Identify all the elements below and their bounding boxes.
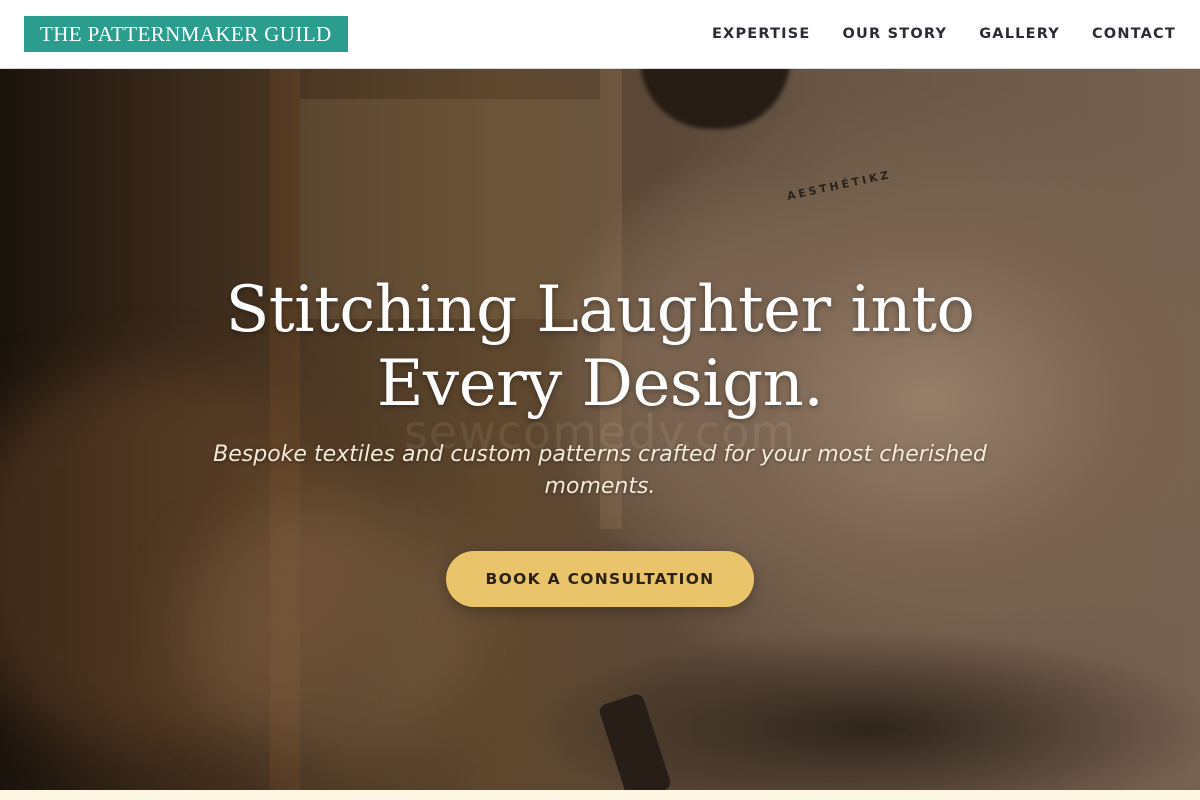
site-header: THE PATTERNMAKER GUILD EXPERTISE OUR STO…: [0, 0, 1200, 69]
hero-headline: Stitching Laughter into Every Design.: [225, 273, 975, 421]
hero-subtitle: Bespoke textiles and custom patterns cra…: [213, 442, 987, 499]
brand-logo[interactable]: THE PATTERNMAKER GUILD: [24, 16, 348, 52]
next-section-edge: [0, 790, 1200, 800]
hero-section: AESTHÉTIKZ sewcomedy.com Stitching Laugh…: [0, 69, 1200, 790]
nav-link-gallery[interactable]: GALLERY: [979, 26, 1060, 42]
main-nav: EXPERTISE OUR STORY GALLERY CONTACT: [712, 26, 1176, 42]
book-consultation-button[interactable]: BOOK A CONSULTATION: [445, 551, 755, 607]
nav-link-contact[interactable]: CONTACT: [1092, 26, 1176, 42]
nav-link-expertise[interactable]: EXPERTISE: [712, 26, 811, 42]
hero-content: Stitching Laughter into Every Design. Be…: [0, 69, 1200, 790]
nav-link-our-story[interactable]: OUR STORY: [843, 26, 948, 42]
